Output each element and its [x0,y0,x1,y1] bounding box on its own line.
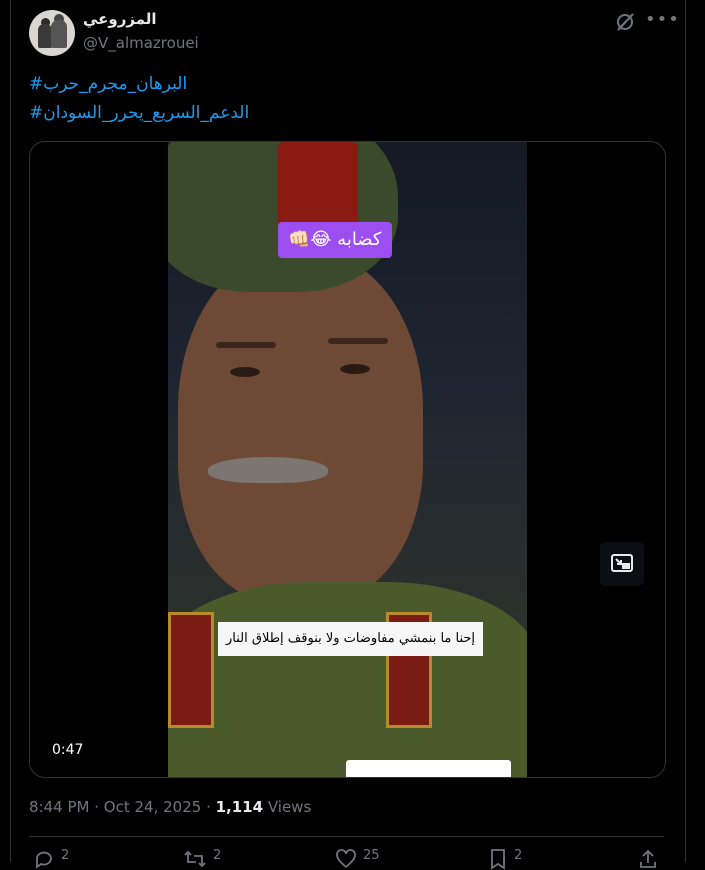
like-count: 25 [363,848,380,863]
video-frame[interactable]: كضابه 😂👊🏻 إحنا ما بنمشي مفاوضات ولا بنوق… [168,142,527,777]
eye-shape [230,367,260,377]
bookmark-icon [491,849,505,870]
avatar-figure [38,24,52,48]
avatar-figure [51,20,67,48]
picture-in-picture-icon [611,554,633,572]
reply-icon [36,851,52,869]
more-icon[interactable]: ••• [645,10,679,32]
like-button[interactable]: 25 [335,848,380,869]
video-duration: 0:47 [52,742,84,758]
avatar[interactable] [29,10,75,56]
mustache-shape [208,457,328,483]
beret-badge [278,142,358,232]
repost-count: 2 [213,848,222,863]
author-handle[interactable]: @V_almazrouei [83,34,199,52]
video-subtitle: إحنا ما بنمشي مفاوضات ولا بنوقف إطلاق ال… [218,622,484,656]
tweet-date[interactable]: Oct 24, 2025 [104,798,202,816]
bookmark-button[interactable]: 2 [488,848,523,870]
video-player[interactable]: كضابه 😂👊🏻 إحنا ما بنمشي مفاوضات ولا بنوق… [29,141,666,778]
views-count[interactable]: 1,114 [216,798,263,816]
uniform-shape [168,582,527,777]
reply-button[interactable]: 2 [33,848,70,869]
brow-shape [216,342,276,348]
tweet-time[interactable]: 8:44 PM [29,798,89,816]
divider [29,836,664,837]
hashtag-link[interactable]: #البرهان_مجرم_حرب [29,74,187,94]
author-display-name[interactable]: المزروعي [83,10,157,28]
brow-shape [328,338,388,344]
grok-icon[interactable] [614,11,636,33]
picture-in-picture-button[interactable] [600,542,644,586]
video-top-caption: كضابه 😂👊🏻 [278,222,392,258]
hashtag-link[interactable]: #الدعم_السريع_يحرر_السودان [29,103,249,123]
tweet-metadata: 8:44 PM · Oct 24, 2025 · 1,114 Views [29,798,311,816]
repost-icon [184,850,206,868]
share-button[interactable] [638,848,658,868]
reply-count: 2 [61,848,70,863]
eye-shape [340,364,370,374]
video-lower-third [346,760,511,777]
repost-button[interactable]: 2 [183,848,221,868]
heart-icon [336,849,356,869]
collar-tab [168,612,214,728]
separator-dot: · [206,798,216,816]
share-icon [640,849,656,868]
views-label: Views [267,798,312,816]
bookmark-count: 2 [514,848,523,863]
face-shape [178,252,423,602]
separator-dot: · [94,798,104,816]
